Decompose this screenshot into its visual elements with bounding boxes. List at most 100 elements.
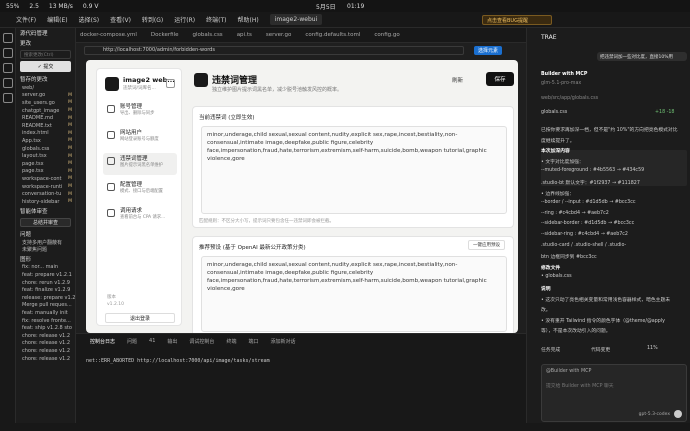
commit-item[interactable]: Merge pull reques... <box>16 302 75 310</box>
send-icon[interactable] <box>674 410 682 418</box>
changed-file-item[interactable]: site_users.go M <box>16 99 75 107</box>
tab-config-defaults[interactable]: config.defaults.toml <box>305 32 360 38</box>
menu-view[interactable]: 查看(V) <box>110 15 131 24</box>
tab-ports[interactable]: 端口 <box>248 338 258 345</box>
file-status-badge: M <box>68 100 72 106</box>
nav-accounts[interactable]: 账号管理 导出、删除与同步 <box>103 101 177 123</box>
logout-button[interactable]: 退出登录 <box>105 313 175 323</box>
url-input[interactable]: http://localhost:7000/admin/forbidden-wo… <box>84 45 464 55</box>
search-icon[interactable] <box>3 48 13 58</box>
changed-file-item[interactable]: web/ <box>16 84 75 92</box>
tab-problems[interactable]: 问题 <box>127 338 137 345</box>
commit-item[interactable]: release: prepare v1.2 <box>16 294 75 302</box>
nav-forbidden-words[interactable]: 违禁词管理 图片提示词黑名单维护 <box>103 153 177 175</box>
tab-server-go[interactable]: server.go <box>266 32 292 38</box>
tasks-done-tab[interactable]: 任务完成 <box>541 346 560 353</box>
changed-file-item[interactable]: index.html M <box>16 130 75 138</box>
preset-card: 推荐预设 (基于 OpenAI 最新公开政策分类) 一键应用预设 minor,u… <box>192 236 514 333</box>
source-control-panel: 源代码管理 更改 搜索更改(Ctrl) ✓ 提交 暂存的更改 web/serve… <box>16 28 76 431</box>
tab-terminal[interactable]: 终端 <box>226 338 236 345</box>
current-words-textarea[interactable]: minor,underage,child sexual,sexual conte… <box>201 126 507 214</box>
changed-file-item[interactable]: server.go M <box>16 92 75 100</box>
menu-edit[interactable]: 编辑(E) <box>47 15 67 24</box>
commit-item[interactable]: chore: rerun v1.2.9 <box>16 279 75 287</box>
changed-file-item[interactable]: conversation-tu M <box>16 190 75 198</box>
changed-file-item[interactable]: layout.tsx M <box>16 152 75 160</box>
changed-file-item[interactable]: globals.css M <box>16 145 75 153</box>
staged-changes-header[interactable]: 暂存的更改 <box>16 74 75 84</box>
code-changes-tab[interactable]: 代码变更 <box>591 346 610 353</box>
chat-input-box[interactable]: @Builder with MCP 提交给 Builder with MCP 聊… <box>541 364 687 422</box>
commit-item[interactable]: fix: resolve fronte... <box>16 317 75 325</box>
changes-search-input[interactable]: 搜索更改(Ctrl) <box>20 50 71 59</box>
new-conversation-button[interactable]: 添加新对话 <box>270 338 295 345</box>
model-select[interactable]: gpt-5.3-codex <box>639 412 670 417</box>
tab-globals-css[interactable]: globals.css <box>193 32 223 38</box>
commit-item[interactable]: feat: ship v1.2.8 sto <box>16 324 75 332</box>
sidebar-collapse-icon[interactable] <box>166 79 175 88</box>
problems-header[interactable]: 问题 <box>16 229 75 239</box>
commit-item[interactable]: feat: prepare v1.2.1 <box>16 271 75 279</box>
nav-requests[interactable]: 调用请求 查看前台与 CPA 请求... <box>103 205 177 227</box>
changed-file-item[interactable]: README.md M <box>16 114 75 122</box>
run-debug-icon[interactable] <box>3 78 13 88</box>
requests-icon <box>107 209 115 217</box>
menu-run[interactable]: 运行(R) <box>174 15 195 24</box>
changed-file-item[interactable]: README.txt M <box>16 122 75 130</box>
nav-config[interactable]: 配置管理 模式、接口与后端配置 <box>103 179 177 201</box>
file-status-badge: M <box>68 199 72 205</box>
tab-dockerfile[interactable]: Dockerfile <box>151 32 179 38</box>
system-time: 01:19 <box>347 2 365 10</box>
tab-docker-compose[interactable]: docker-compose.yml <box>80 32 137 38</box>
commit-button[interactable]: ✓ 提交 <box>20 61 71 72</box>
source-control-icon[interactable] <box>3 63 13 73</box>
response-line: --ring : #c4cbd4 → #aeb7c2 <box>541 210 609 216</box>
menu-file[interactable]: 文件(F) <box>16 15 36 24</box>
problem-item[interactable]: 支持多用户翻蔽有 <box>16 239 75 247</box>
file-status-badge: M <box>68 176 72 182</box>
extensions-icon[interactable] <box>3 93 13 103</box>
choose-element-button[interactable]: 选择元素 <box>474 45 503 55</box>
save-button[interactable]: 保存 <box>486 72 514 86</box>
summarize-review-button[interactable]: 总结并审查 <box>20 217 71 227</box>
changed-file-item[interactable]: workspace-runti M <box>16 183 75 191</box>
menu-select[interactable]: 选择(S) <box>79 15 100 24</box>
menu-terminal[interactable]: 终端(T) <box>206 15 226 24</box>
nav-requests-title: 调用请求 <box>120 208 143 214</box>
chat-input-placeholder[interactable]: 提交给 Builder with MCP 聊天 <box>546 382 614 389</box>
commit-item[interactable]: chore: release v1.2 <box>16 340 75 348</box>
changed-file-item[interactable]: App.tsx M <box>16 137 75 145</box>
tab-console-log[interactable]: 控制台日志 <box>90 338 115 345</box>
commit-item[interactable]: feat: manually init <box>16 309 75 317</box>
commit-item[interactable]: chore: release v1.2 <box>16 347 75 355</box>
menu-help[interactable]: 帮助(H) <box>237 15 258 24</box>
review-header[interactable]: 智能体审查 <box>16 206 75 216</box>
workspace-title[interactable]: image2-webui <box>269 14 323 25</box>
changed-file-item[interactable]: chatgpt_image M <box>16 107 75 115</box>
response-line: .studio-bt 默认文字：#1f2937 → #111827 <box>541 181 640 186</box>
changed-file-item[interactable]: workspace-cont M <box>16 175 75 183</box>
apply-preset-button[interactable]: 一键应用预设 <box>468 240 505 250</box>
tab-api-ts[interactable]: api.ts <box>237 32 252 38</box>
refresh-button[interactable]: 刷新 <box>452 76 463 84</box>
explorer-icon[interactable] <box>3 33 13 43</box>
file-chip[interactable]: globals.css <box>541 110 567 115</box>
commit-item[interactable]: chore: release v1.2 <box>16 332 75 340</box>
changed-file-item[interactable]: page.tsx M <box>16 168 75 176</box>
changed-file-item[interactable]: history-sidebar M <box>16 198 75 206</box>
changed-file-item[interactable]: page.tsx M <box>16 160 75 168</box>
changes-header[interactable]: 更改 <box>16 38 75 48</box>
tab-config-go[interactable]: config.go <box>374 32 399 38</box>
commit-item[interactable]: chore: release v1.2 <box>16 355 75 363</box>
preset-words-textarea[interactable]: minor,underage,child sexual,sexual conte… <box>201 256 507 332</box>
nav-site-users[interactable]: 网站用户 网站登录账号与额度 <box>103 127 177 149</box>
tab-output[interactable]: 输出 <box>167 338 177 345</box>
commit-item[interactable]: fix: nor... main <box>16 264 75 272</box>
bug-notice-button[interactable]: 点击查看BUG提醒 <box>482 15 552 25</box>
cpu-status: 2.5 <box>29 2 39 10</box>
tab-debug-console[interactable]: 调试控制台 <box>189 338 214 345</box>
agent-name: Builder with MCP <box>541 72 588 77</box>
graph-header[interactable]: 图形 <box>16 254 75 264</box>
commit-item[interactable]: feat: finalize v1.2.9 <box>16 286 75 294</box>
menu-goto[interactable]: 转到(G) <box>142 15 163 24</box>
